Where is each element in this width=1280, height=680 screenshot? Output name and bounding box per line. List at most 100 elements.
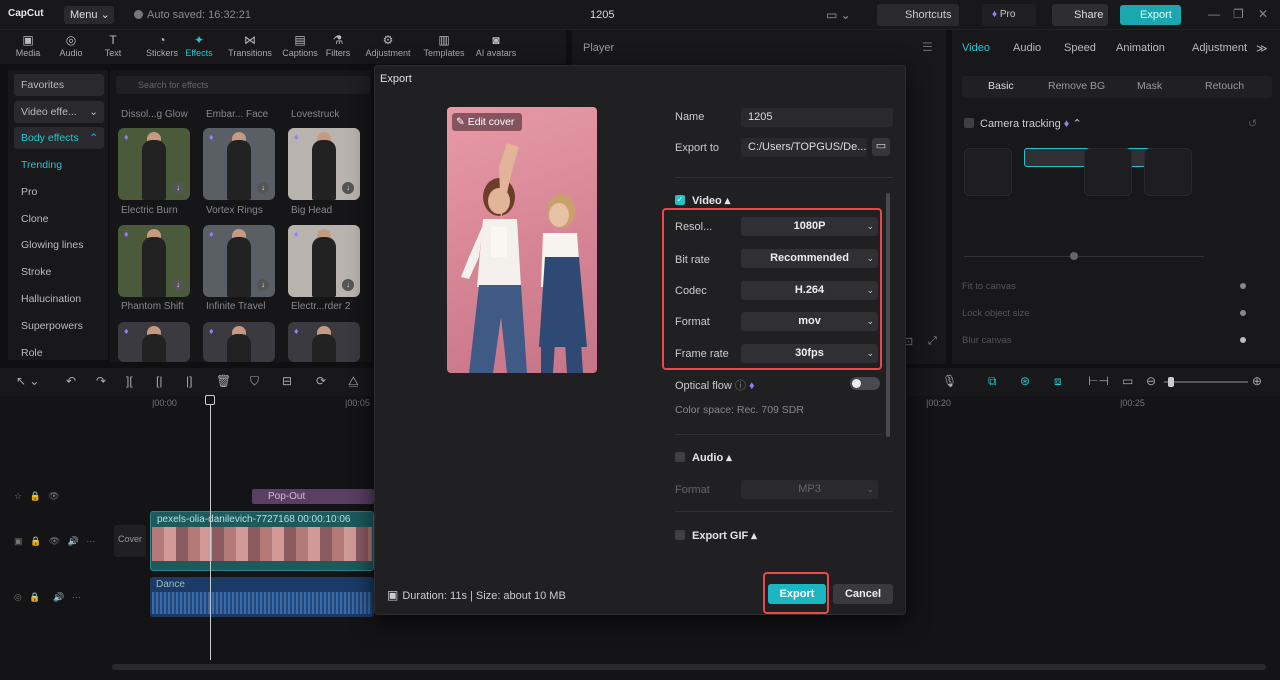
video-checkbox[interactable]: ✓ bbox=[675, 195, 685, 205]
cover-preview[interactable] bbox=[447, 107, 597, 373]
audio-section-toggle[interactable]: Audio ▴ bbox=[692, 451, 732, 464]
tool-ai-avatars[interactable]: ◙ AI avatars bbox=[470, 33, 522, 58]
camera-option-hand[interactable] bbox=[1084, 148, 1132, 196]
tab-speed[interactable]: Speed bbox=[1064, 42, 1096, 54]
download-icon[interactable]: ↓ bbox=[342, 279, 354, 291]
maximize-icon[interactable]: ❐ bbox=[1233, 7, 1244, 21]
camera-option-frame[interactable] bbox=[1144, 148, 1192, 196]
timeline-scrollbar[interactable] bbox=[112, 664, 1266, 670]
split-left-icon[interactable]: [| bbox=[156, 374, 162, 388]
captions-icon[interactable]: ▭ bbox=[1122, 374, 1133, 388]
effect-thumbnail[interactable]: ♦ bbox=[288, 322, 360, 362]
sidebar-item-superpowers[interactable]: Superpowers bbox=[14, 315, 104, 337]
tab-video[interactable]: Video bbox=[962, 42, 990, 54]
download-icon[interactable]: ↓ bbox=[342, 182, 354, 194]
effect-thumbnail[interactable]: ♦ ↓ bbox=[118, 128, 190, 200]
info-icon[interactable]: ⓘ bbox=[735, 380, 746, 392]
share-button[interactable]: Share bbox=[1052, 4, 1108, 26]
tool-audio[interactable]: ◎ Audio bbox=[51, 33, 91, 58]
blur-toggle[interactable] bbox=[1240, 337, 1246, 343]
sidebar-item-pro[interactable]: Pro bbox=[14, 181, 104, 203]
snap-icon[interactable]: ⧈ bbox=[1054, 374, 1062, 389]
tab-animation[interactable]: Animation bbox=[1116, 42, 1165, 54]
subtab-retouch[interactable]: Retouch bbox=[1205, 80, 1244, 92]
effects-search-input[interactable]: Search for effects bbox=[116, 76, 370, 94]
optical-flow-toggle[interactable] bbox=[850, 377, 880, 390]
audio-track-icons[interactable]: ◎ 🔒 🔊 ⋯ bbox=[14, 592, 81, 603]
mirror-icon[interactable]: ⧋ bbox=[348, 374, 359, 389]
tool-effects[interactable]: ✦ Effects bbox=[179, 33, 219, 58]
freeze-icon[interactable]: ⊟ bbox=[282, 374, 292, 388]
zoom-in-icon[interactable]: ⊕ bbox=[1252, 374, 1262, 388]
zoom-out-icon[interactable]: ⊖ bbox=[1146, 374, 1156, 388]
camera-tracking-label[interactable]: Camera tracking ♦ ⌃ bbox=[964, 117, 1082, 130]
download-icon[interactable]: ↓ bbox=[172, 182, 184, 194]
download-icon[interactable]: ↓ bbox=[257, 182, 269, 194]
effect-track-icons[interactable]: ☆ 🔒 👁 bbox=[14, 491, 60, 502]
player-menu-icon[interactable]: ☰ bbox=[922, 40, 933, 54]
subtab-basic[interactable]: Basic bbox=[988, 80, 1014, 92]
playhead[interactable] bbox=[210, 396, 211, 660]
download-icon[interactable]: ↓ bbox=[172, 279, 184, 291]
gif-section-toggle[interactable]: Export GIF ▴ bbox=[692, 529, 757, 542]
shortcuts-button[interactable]: Shortcuts bbox=[877, 4, 959, 26]
delete-icon[interactable]: 🗑 bbox=[216, 374, 231, 388]
edit-cover-button[interactable]: ✎ Edit cover bbox=[452, 113, 522, 131]
zoom-slider[interactable] bbox=[1164, 381, 1248, 383]
effect-thumbnail[interactable]: ♦ ↓ bbox=[203, 128, 275, 200]
camera-option-circle[interactable] bbox=[964, 148, 1012, 196]
magnet-icon[interactable]: ⊛ bbox=[1020, 374, 1030, 388]
effect-thumbnail[interactable]: ♦ ↓ bbox=[288, 225, 360, 297]
audio-checkbox[interactable] bbox=[675, 452, 685, 462]
more-tabs-icon[interactable]: ≫ bbox=[1256, 42, 1268, 55]
sidebar-item-stroke[interactable]: Stroke bbox=[14, 261, 104, 283]
tool-adjustment[interactable]: ⚙ Adjustment bbox=[362, 33, 414, 58]
tool-media[interactable]: ▣ Media bbox=[8, 33, 48, 58]
split-icon[interactable]: ][ bbox=[126, 374, 133, 388]
slider-handle[interactable] bbox=[1070, 252, 1078, 260]
effect-thumbnail[interactable]: ♦ ↓ bbox=[118, 225, 190, 297]
sidebar-favorites[interactable]: Favorites bbox=[14, 74, 104, 96]
sidebar-item-role[interactable]: Role bbox=[14, 342, 104, 364]
download-icon[interactable]: ↓ bbox=[257, 279, 269, 291]
effect-thumbnail[interactable]: ♦ bbox=[118, 322, 190, 362]
effect-clip-popout[interactable]: Pop-Out bbox=[252, 489, 374, 504]
sidebar-body-effects[interactable]: Body effects ⌃ bbox=[14, 127, 104, 149]
shield-icon[interactable]: ⛉ bbox=[250, 374, 259, 389]
playhead-handle[interactable] bbox=[205, 395, 215, 405]
export-path-input[interactable]: C:/Users/TOPGUS/De... bbox=[741, 138, 867, 157]
audio-format-select[interactable]: MP3 ⌄ bbox=[741, 480, 878, 499]
cancel-button[interactable]: Cancel bbox=[833, 584, 893, 604]
minimize-icon[interactable]: — bbox=[1208, 7, 1220, 21]
top-export-button[interactable]: Export bbox=[1120, 5, 1181, 25]
tab-audio[interactable]: Audio bbox=[1013, 42, 1041, 54]
zoom-slider-handle[interactable] bbox=[1168, 377, 1174, 387]
layout-icon[interactable]: ▭ ⌄ bbox=[826, 8, 851, 22]
tab-adjustment[interactable]: Adjustment bbox=[1192, 42, 1247, 54]
pro-badge[interactable]: ♦ Pro bbox=[982, 4, 1036, 26]
framerate-select[interactable]: 30fps ⌄ bbox=[741, 344, 878, 363]
fullscreen-icon[interactable]: ⤢ bbox=[928, 335, 937, 348]
close-icon[interactable]: ✕ bbox=[1258, 7, 1268, 21]
format-select[interactable]: mov ⌄ bbox=[741, 312, 878, 331]
cover-button[interactable]: Cover bbox=[114, 525, 146, 557]
split-right-icon[interactable]: |] bbox=[186, 374, 192, 388]
sidebar-item-glowing-lines[interactable]: Glowing lines bbox=[14, 234, 104, 256]
video-track-icons[interactable]: ▣ 🔒 👁 🔊 ⋯ bbox=[14, 536, 95, 547]
fit-toggle[interactable] bbox=[1240, 283, 1246, 289]
dialog-scrollbar[interactable] bbox=[886, 193, 890, 437]
effect-thumbnail[interactable]: ♦ bbox=[203, 322, 275, 362]
effect-thumbnail[interactable]: ♦ ↓ bbox=[203, 225, 275, 297]
sidebar-item-clone[interactable]: Clone bbox=[14, 208, 104, 230]
bitrate-select[interactable]: Recommended ⌄ bbox=[741, 249, 878, 268]
folder-icon[interactable]: ▭ bbox=[872, 138, 890, 156]
export-button[interactable]: Export bbox=[768, 584, 826, 604]
slider-track[interactable] bbox=[964, 256, 1204, 257]
select-tool-icon[interactable]: ↖ ⌄ bbox=[16, 374, 39, 388]
video-section-toggle[interactable]: Video ▴ bbox=[692, 194, 730, 207]
reverse-icon[interactable]: ⟳ bbox=[316, 374, 326, 388]
sidebar-video-effects[interactable]: Video effe... ⌄ bbox=[14, 101, 104, 123]
sidebar-item-hallucination[interactable]: Hallucination bbox=[14, 288, 104, 310]
gif-checkbox[interactable] bbox=[675, 530, 685, 540]
tool-filters[interactable]: ⚗ Filters bbox=[318, 33, 358, 58]
